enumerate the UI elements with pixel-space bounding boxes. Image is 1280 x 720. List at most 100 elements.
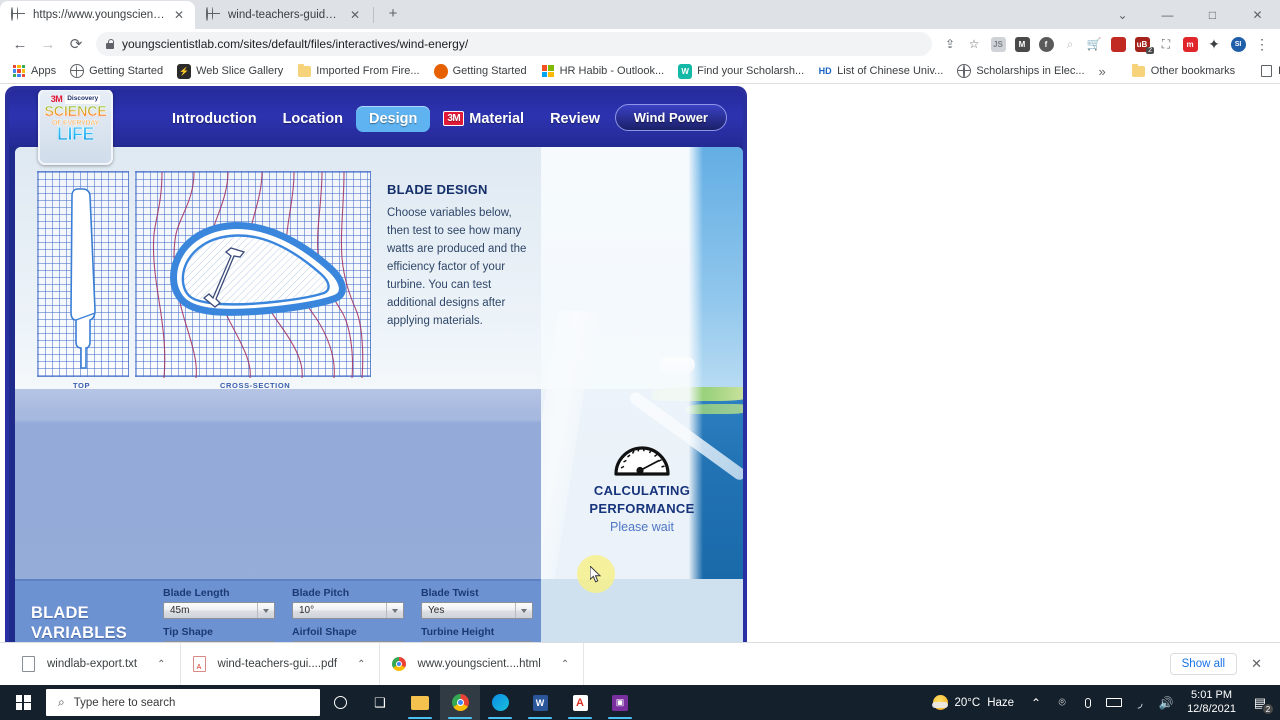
browser-tab-inactive[interactable]: wind-teachers-guide.pdf ✕ <box>195 1 371 29</box>
chevron-down-icon[interactable] <box>257 603 274 618</box>
cortana-icon[interactable] <box>320 685 360 720</box>
blade-twist-dropdown[interactable]: Yes <box>421 602 533 619</box>
minimize-icon[interactable]: — <box>1145 0 1190 29</box>
bookmark-hr-habib-outlook[interactable]: HR Habib - Outlook... <box>535 62 671 80</box>
download-item[interactable]: windlab-export.txt ⌃ <box>10 642 181 686</box>
microsoft-icon <box>541 64 555 78</box>
word-icon[interactable]: W <box>520 685 560 720</box>
maximize-icon[interactable]: □ <box>1190 0 1235 29</box>
chevron-up-icon[interactable]: ⌃ <box>561 659 569 670</box>
reading-list-button[interactable]: Reading list <box>1253 62 1280 80</box>
field-label: Blade Length <box>163 587 230 599</box>
bookmark-getting-started-1[interactable]: Getting Started <box>64 62 169 80</box>
notification-count-badge: 2 <box>1262 703 1274 715</box>
acrobat-icon[interactable]: A <box>560 685 600 720</box>
minimize-to-tray-icon[interactable]: ⌄ <box>1100 0 1145 29</box>
bookmark-list-of-chinese-universities[interactable]: HD List of Chinese Univ... <box>812 62 949 80</box>
tray-camera-icon[interactable]: ⌾ <box>1049 685 1075 720</box>
weather-widget[interactable]: 20°C Haze <box>924 695 1024 710</box>
clock-time: 5:01 PM <box>1191 688 1233 701</box>
extension-search-icon[interactable]: ⌕ <box>1058 32 1082 56</box>
bookmark-apps[interactable]: Apps <box>6 62 62 80</box>
chrome-menu-icon[interactable]: ⋮ <box>1250 32 1274 56</box>
download-file-name: www.youngscient....html <box>417 658 541 670</box>
bookmark-find-your-scholarship[interactable]: W Find your Scholarsh... <box>672 62 810 80</box>
media-icon[interactable]: ▣ <box>600 685 640 720</box>
chevron-up-icon[interactable]: ⌃ <box>357 659 365 670</box>
blade-design-body: Choose variables below, then test to see… <box>387 207 527 327</box>
tray-battery-icon[interactable] <box>1101 685 1127 720</box>
download-item[interactable]: A wind-teachers-gui....pdf ⌃ <box>181 642 381 686</box>
extension-ublock-icon[interactable]: uB 2 <box>1130 32 1154 56</box>
chevron-down-icon[interactable] <box>386 603 403 618</box>
tab-close-icon[interactable]: ✕ <box>348 9 362 21</box>
field-turbine-height: Turbine Height 80m <box>421 626 536 642</box>
chrome-icon[interactable] <box>440 685 480 720</box>
start-button[interactable] <box>0 685 46 720</box>
bookmark-imported-from-firefox[interactable]: Imported From Fire... <box>291 62 425 80</box>
address-bar[interactable]: youngscientistlab.com/sites/default/file… <box>96 32 932 56</box>
reload-icon[interactable]: ⟳ <box>62 30 90 58</box>
lock-icon <box>106 39 115 49</box>
other-bookmarks-button[interactable]: Other bookmarks <box>1126 62 1241 80</box>
blade-length-value: 45m <box>170 605 190 616</box>
profile-avatar-icon[interactable]: SI <box>1226 32 1250 56</box>
file-explorer-icon[interactable] <box>400 685 440 720</box>
app-nav-design[interactable]: Design <box>356 105 431 132</box>
extension-red-icon[interactable]: m <box>1178 32 1202 56</box>
task-view-icon[interactable]: ❑ <box>360 685 400 720</box>
weather-condition: Haze <box>987 696 1015 709</box>
notifications-button[interactable]: ▤ 2 <box>1244 685 1276 720</box>
download-item[interactable]: www.youngscient....html ⌃ <box>380 642 585 686</box>
field-label: Tip Shape <box>163 626 213 638</box>
taskbar-clock[interactable]: 5:01 PM 12/8/2021 <box>1179 689 1244 717</box>
tray-volume-icon[interactable]: 🔊 <box>1153 685 1179 720</box>
bookmark-label: HR Habib - Outlook... <box>559 65 665 77</box>
extension-capture-icon[interactable]: ⛶ <box>1154 32 1178 56</box>
bookmark-web-slice-gallery[interactable]: ⚡ Web Slice Gallery <box>171 62 289 80</box>
extension-facebook-icon[interactable]: f <box>1034 32 1058 56</box>
blade-pitch-dropdown[interactable]: 10° <box>292 602 404 619</box>
bookmarks-overflow-button[interactable]: » <box>1093 62 1112 81</box>
forward-icon[interactable]: → <box>34 30 62 58</box>
app-nav-review[interactable]: Review <box>537 106 613 132</box>
bookmark-getting-started-2[interactable]: Getting Started <box>428 62 533 80</box>
app-nav-material[interactable]: 3M Material <box>430 106 537 132</box>
back-icon[interactable]: ← <box>6 30 34 58</box>
close-window-icon[interactable]: ✕ <box>1235 0 1280 29</box>
cross-section-label: CROSS-SECTION <box>220 381 291 390</box>
blade-length-dropdown[interactable]: 45m <box>163 602 275 619</box>
browser-toolbar: ← → ⟳ youngscientistlab.com/sites/defaul… <box>0 29 1280 59</box>
reading-list-icon <box>1259 64 1273 78</box>
bookmark-label: Find your Scholarsh... <box>697 65 805 77</box>
extension-js-icon[interactable]: JS <box>986 32 1010 56</box>
bookmark-star-icon[interactable]: ☆ <box>962 32 986 56</box>
app-nav-location[interactable]: Location <box>270 106 356 132</box>
new-tab-button[interactable]: + <box>382 4 404 24</box>
close-shelf-icon[interactable]: ✕ <box>1251 656 1262 672</box>
blade-top-view-diagram <box>37 171 129 377</box>
extension-cart-icon[interactable]: 🛒 <box>1082 32 1106 56</box>
extension-book-icon[interactable] <box>1106 32 1130 56</box>
edge-icon[interactable] <box>480 685 520 720</box>
share-icon[interactable]: ⇪ <box>938 32 962 56</box>
tray-mic-icon[interactable] <box>1075 685 1101 720</box>
tray-wifi-icon[interactable]: ◞ <box>1127 685 1153 720</box>
chevron-up-icon[interactable]: ⌃ <box>157 659 165 670</box>
tab-favicon-globe-icon <box>206 6 221 23</box>
app-nav-introduction[interactable]: Introduction <box>159 106 270 132</box>
browser-tab-active[interactable]: https://www.youngscientistlab.co ✕ <box>0 1 195 29</box>
taskbar-search-input[interactable]: ⌕ Type here to search <box>46 689 320 716</box>
bookmark-label: Scholarships in Elec... <box>976 65 1085 77</box>
tab-close-icon[interactable]: ✕ <box>172 9 186 21</box>
chevron-down-icon[interactable] <box>515 603 532 618</box>
field-label: Airfoil Shape <box>292 626 357 638</box>
wind-power-button[interactable]: Wind Power <box>614 104 727 131</box>
logo-science-text: SCIENCE <box>44 104 107 120</box>
tray-expand-icon[interactable]: ⌃ <box>1023 685 1049 720</box>
bookmark-scholarships-in-electronics[interactable]: Scholarships in Elec... <box>951 62 1090 80</box>
extension-mail-icon[interactable]: M <box>1010 32 1034 56</box>
extensions-puzzle-icon[interactable]: ✦ <box>1202 32 1226 56</box>
show-all-downloads-button[interactable]: Show all <box>1169 653 1238 675</box>
downloads-shelf: windlab-export.txt ⌃ A wind-teachers-gui… <box>0 642 1280 686</box>
